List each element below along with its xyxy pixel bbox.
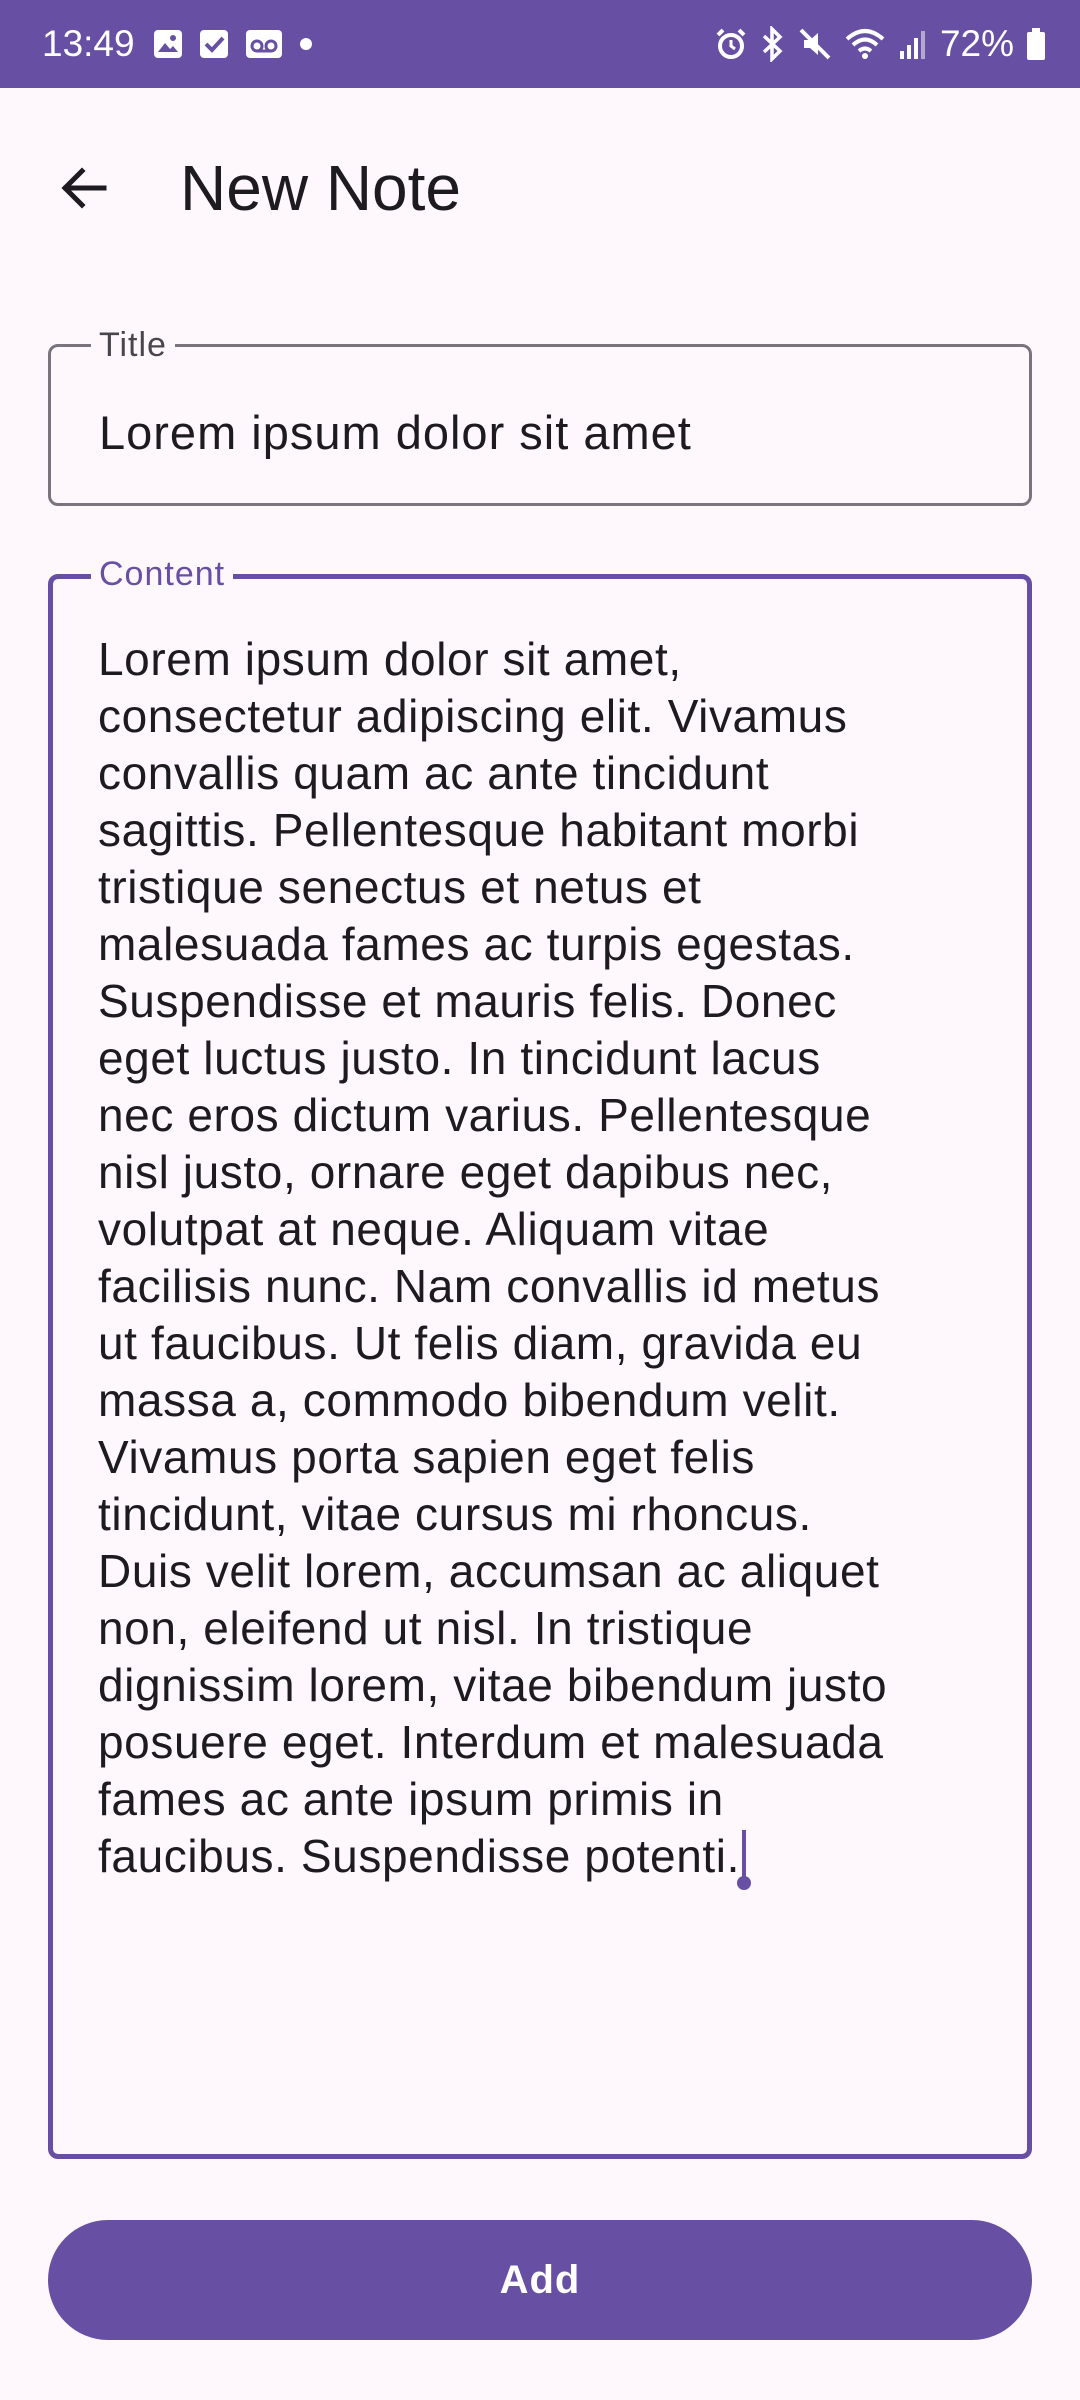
status-system-icons: 72%	[714, 0, 1046, 88]
signal-icon	[898, 27, 928, 61]
title-field-label: Title	[91, 325, 175, 365]
voicemail-icon	[244, 28, 284, 60]
wifi-icon	[844, 27, 886, 61]
content-field[interactable]: Content Lorem ipsum dolor sit amet, cons…	[48, 554, 1032, 2159]
bluetooth-icon	[760, 26, 786, 62]
content-input[interactable]: Lorem ipsum dolor sit amet, consectetur …	[98, 631, 1018, 1890]
checkbox-icon	[198, 28, 230, 60]
title-input[interactable]: Lorem ipsum dolor sit amet	[99, 405, 692, 461]
battery-percent: 72%	[939, 23, 1014, 64]
gallery-icon	[152, 28, 184, 60]
status-bar: 13:49 72%	[0, 0, 1080, 88]
status-notification-icons	[152, 0, 314, 88]
text-cursor[interactable]	[736, 1830, 751, 1890]
title-field[interactable]: Title Lorem ipsum dolor sit amet	[48, 325, 1032, 506]
content-field-label: Content	[91, 554, 234, 594]
status-time: 13:49	[42, 23, 135, 64]
alarm-icon	[714, 27, 748, 61]
dot-icon	[298, 36, 314, 52]
page-title: New Note	[180, 152, 461, 224]
back-button[interactable]	[36, 142, 132, 238]
mute-icon	[798, 27, 832, 61]
add-button[interactable]: Add	[48, 2220, 1032, 2340]
arrow-back-icon	[56, 160, 112, 221]
content-text: Lorem ipsum dolor sit amet, consectetur …	[98, 633, 888, 1882]
battery-icon	[1026, 27, 1046, 61]
top-app-bar: New Note	[0, 88, 1080, 284]
